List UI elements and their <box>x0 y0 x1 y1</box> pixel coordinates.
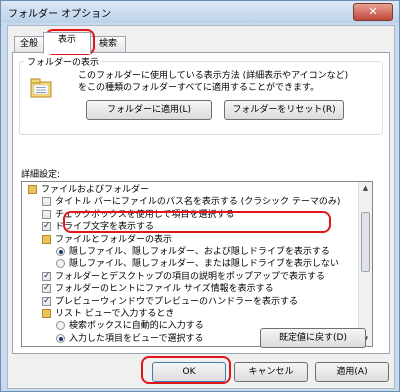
folder-options-window: フォルダー オプション ✕ 全般 表示 検索 フォルダーの表示 このフォルダーに… <box>0 0 400 392</box>
setting-label: チェックボックスを使用して項目を選択する <box>55 209 235 220</box>
setting-label: フォルダーとデスクトップの項目の説明をポップアップで表示する <box>55 271 326 282</box>
tab-strip: 全般 表示 検索 <box>8 32 394 54</box>
tab-view[interactable]: 表示 <box>43 32 91 54</box>
title-bar[interactable]: フォルダー オプション ✕ <box>1 1 399 23</box>
setting-label: 入力した項目をビューで選択する <box>69 333 204 344</box>
setting-checkbox[interactable] <box>42 295 51 307</box>
setting-label: ドライブ文字を表示する <box>55 222 155 233</box>
setting-radio[interactable] <box>56 321 65 331</box>
window-title: フォルダー オプション <box>8 9 112 20</box>
reset-folders-button[interactable]: フォルダーをリセット(R) <box>224 100 344 120</box>
setting-checkbox[interactable] <box>42 282 51 294</box>
close-button[interactable]: ✕ <box>353 3 393 21</box>
setting-radio[interactable] <box>56 247 65 256</box>
setting-label: リスト ビューで入力するとき <box>55 309 175 319</box>
apply-button[interactable]: 適用(A) <box>315 362 389 382</box>
setting-label: 隠しファイル、隠しフォルダー、または隠しドライブを表示しない <box>69 259 339 270</box>
setting-label: プレビューウィンドウでプレビューのハンドラーを表示する <box>55 296 299 307</box>
setting-label: 検索ボックスに自動的に入力する <box>69 321 204 332</box>
dialog-client: 全般 表示 検索 フォルダーの表示 このフォルダーに使用している表示方法 (詳細… <box>7 25 395 389</box>
folder-icon <box>28 185 37 194</box>
folder-view-group: フォルダーの表示 このフォルダーに使用している表示方法 (詳細表示やアイコンなど… <box>19 55 383 135</box>
folder-icon <box>42 309 51 318</box>
restore-defaults-button[interactable]: 既定値に戻す(D) <box>260 328 366 348</box>
tab-general[interactable]: 全般 <box>14 36 44 53</box>
setting-label: 隠しファイル、隠しフォルダー、および隠しドライブを表示する <box>69 247 330 257</box>
folder-view-description-2: をこの種類のフォルダーすべてに適用することができます。 <box>78 83 320 93</box>
setting-label: ファイルおよびフォルダー <box>41 185 150 195</box>
folder-view-group-title: フォルダーの表示 <box>24 55 103 68</box>
scroll-thumb[interactable] <box>361 212 370 272</box>
setting-label: タイトル バーにファイルのパス名を表示する (クラシック テーマのみ) <box>55 197 341 208</box>
setting-label: ファイルとフォルダーの表示 <box>55 234 173 245</box>
scroll-up-arrow-icon[interactable]: ▲ <box>360 183 371 194</box>
folder-icon <box>42 234 51 244</box>
advanced-settings-list[interactable]: ファイルおよびフォルダータイトル バーにファイルのパス名を表示する (クラシック… <box>21 181 373 347</box>
setting-label: フォルダーのヒントにファイル サイズ情報を表示する <box>55 284 274 295</box>
setting-radio[interactable] <box>56 259 65 269</box>
setting-checkbox[interactable] <box>42 270 51 282</box>
folder-view-icon <box>30 78 52 98</box>
tab-search[interactable]: 検索 <box>90 36 126 53</box>
setting-radio[interactable] <box>56 333 65 343</box>
apply-to-folders-button[interactable]: フォルダーに適用(L) <box>86 100 212 120</box>
ok-button[interactable]: OK <box>152 362 226 382</box>
cancel-button[interactable]: キャンセル <box>234 362 308 382</box>
setting-checkbox[interactable] <box>42 197 51 207</box>
setting-checkbox[interactable] <box>42 209 51 219</box>
setting-checkbox[interactable] <box>42 220 51 232</box>
advanced-settings-label: 詳細設定: <box>21 170 61 180</box>
tab-panel-view: フォルダーの表示 このフォルダーに使用している表示方法 (詳細表示やアイコンなど… <box>12 52 390 354</box>
advanced-scrollbar[interactable]: ▲ ▼ <box>358 182 372 346</box>
